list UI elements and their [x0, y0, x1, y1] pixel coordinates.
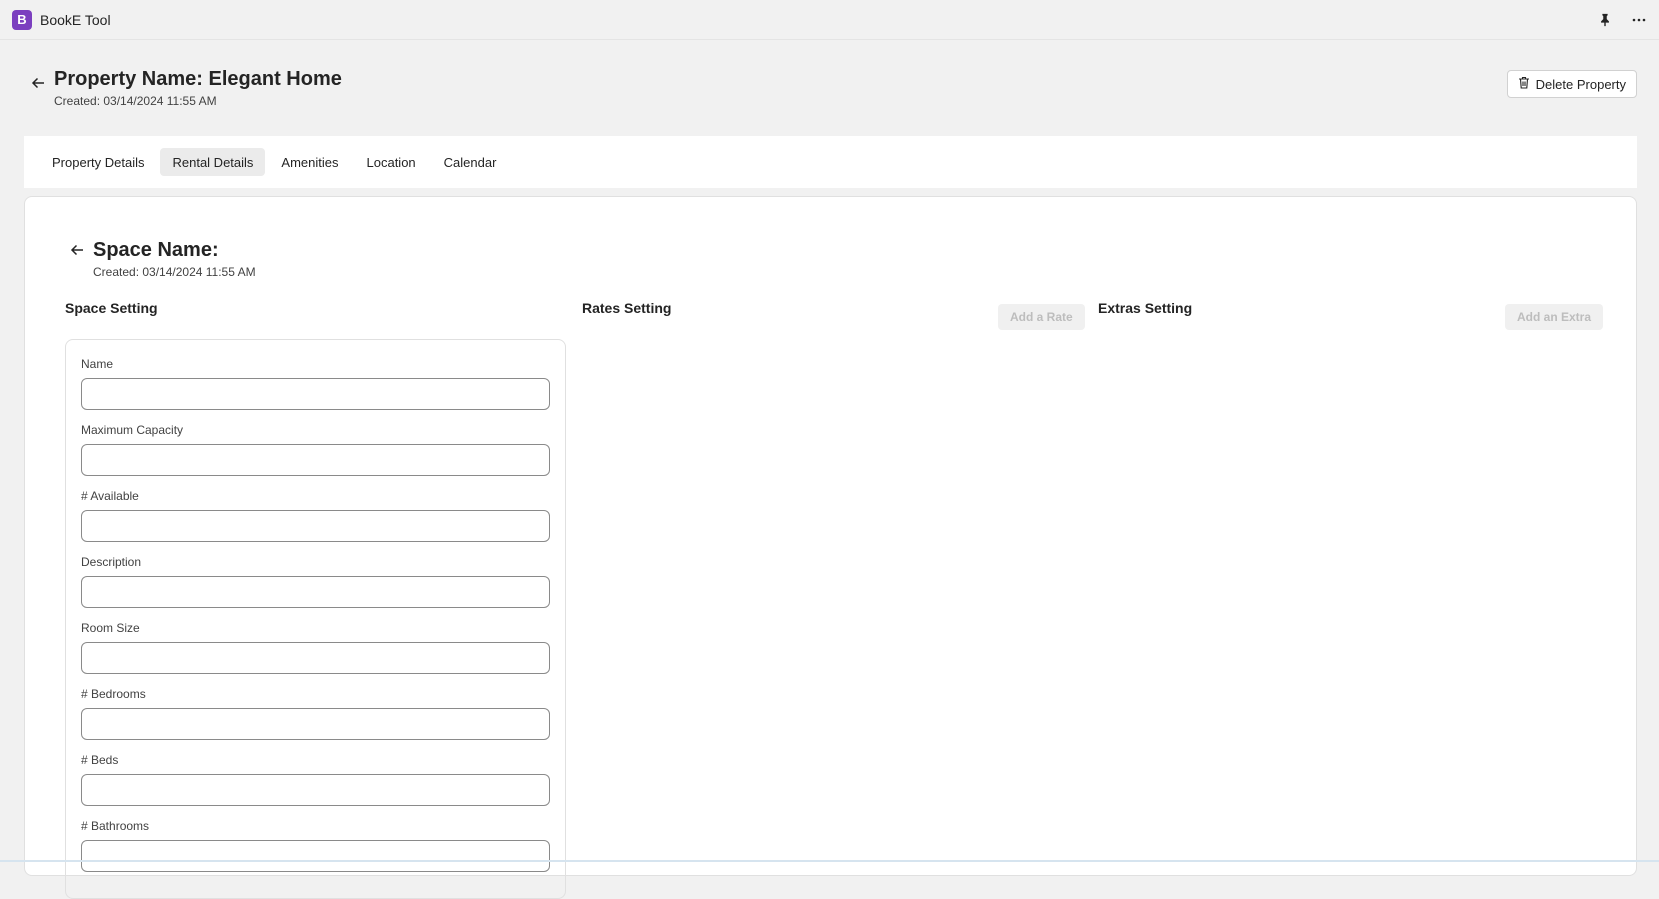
name-input[interactable]: [81, 378, 550, 410]
created-timestamp: Created: 03/14/2024 11:55 AM: [54, 94, 217, 108]
available-input[interactable]: [81, 510, 550, 542]
field-label: Maximum Capacity: [81, 423, 184, 437]
field-bathrooms: # Bathrooms: [81, 818, 550, 872]
space-header: Space Name: Created: 03/14/2024 11:55 AM: [65, 237, 256, 279]
field-maximum-capacity: Maximum Capacity: [81, 422, 550, 476]
add-extra-button[interactable]: Add an Extra: [1505, 304, 1604, 330]
field-beds: # Beds: [81, 752, 550, 806]
delete-property-label: Delete Property: [1535, 76, 1626, 92]
field-label: Name: [81, 357, 114, 371]
pin-icon[interactable]: [1593, 8, 1617, 32]
space-header-text: Space Name: Created: 03/14/2024 11:55 AM: [93, 237, 256, 279]
page-header-text: Property Name: Elegant Home Created: 03/…: [54, 66, 342, 108]
trash-icon: [1518, 76, 1530, 92]
tab-rental-details[interactable]: Rental Details: [160, 148, 266, 176]
titlebar-actions: [1593, 8, 1651, 32]
description-input[interactable]: [81, 576, 550, 608]
bathrooms-input[interactable]: [81, 840, 550, 872]
add-rate-button[interactable]: Add a Rate: [998, 304, 1085, 330]
beds-input[interactable]: [81, 774, 550, 806]
field-label: Room Size: [81, 621, 140, 635]
field-name: Name: [81, 356, 550, 410]
field-description: Description: [81, 554, 550, 608]
rates-setting-heading: Rates Setting: [582, 300, 672, 316]
space-created-timestamp: Created: 03/14/2024 11:55 AM: [93, 265, 256, 279]
field-label: # Available: [81, 489, 139, 503]
delete-property-button[interactable]: Delete Property: [1506, 70, 1637, 98]
back-arrow-icon[interactable]: [65, 238, 89, 262]
app-logo: B: [12, 9, 32, 30]
field-label: # Bathrooms: [81, 819, 150, 833]
tab-location[interactable]: Location: [355, 148, 428, 176]
more-icon[interactable]: [1627, 8, 1651, 32]
maximum-capacity-input[interactable]: [81, 444, 550, 476]
space-setting-form: Name Maximum Capacity # Available Descri…: [65, 339, 566, 899]
tab-bar: Property Details Rental Details Amenitie…: [24, 136, 1637, 188]
app-title: BookE Tool: [40, 11, 111, 28]
bedrooms-input[interactable]: [81, 708, 550, 740]
field-label: # Beds: [81, 753, 119, 767]
back-arrow-icon[interactable]: [26, 71, 50, 95]
page-header: Property Name: Elegant Home Created: 03/…: [26, 66, 342, 108]
title-bar: B BookE Tool: [0, 0, 1659, 40]
field-room-size: Room Size: [81, 620, 550, 674]
space-title: Space Name:: [93, 239, 219, 261]
space-setting-heading: Space Setting: [65, 300, 158, 316]
tab-property-details[interactable]: Property Details: [40, 148, 156, 176]
field-available: # Available: [81, 488, 550, 542]
tab-calendar[interactable]: Calendar: [432, 148, 509, 176]
rental-details-card: Space Name: Created: 03/14/2024 11:55 AM…: [24, 196, 1637, 899]
field-label: # Bedrooms: [81, 687, 146, 701]
page-title: Property Name: Elegant Home: [54, 68, 342, 90]
field-label: Description: [81, 555, 142, 569]
room-size-input[interactable]: [81, 642, 550, 674]
field-bedrooms: # Bedrooms: [81, 686, 550, 740]
tab-amenities[interactable]: Amenities: [269, 148, 350, 176]
extras-setting-heading: Extras Setting: [1098, 300, 1193, 316]
